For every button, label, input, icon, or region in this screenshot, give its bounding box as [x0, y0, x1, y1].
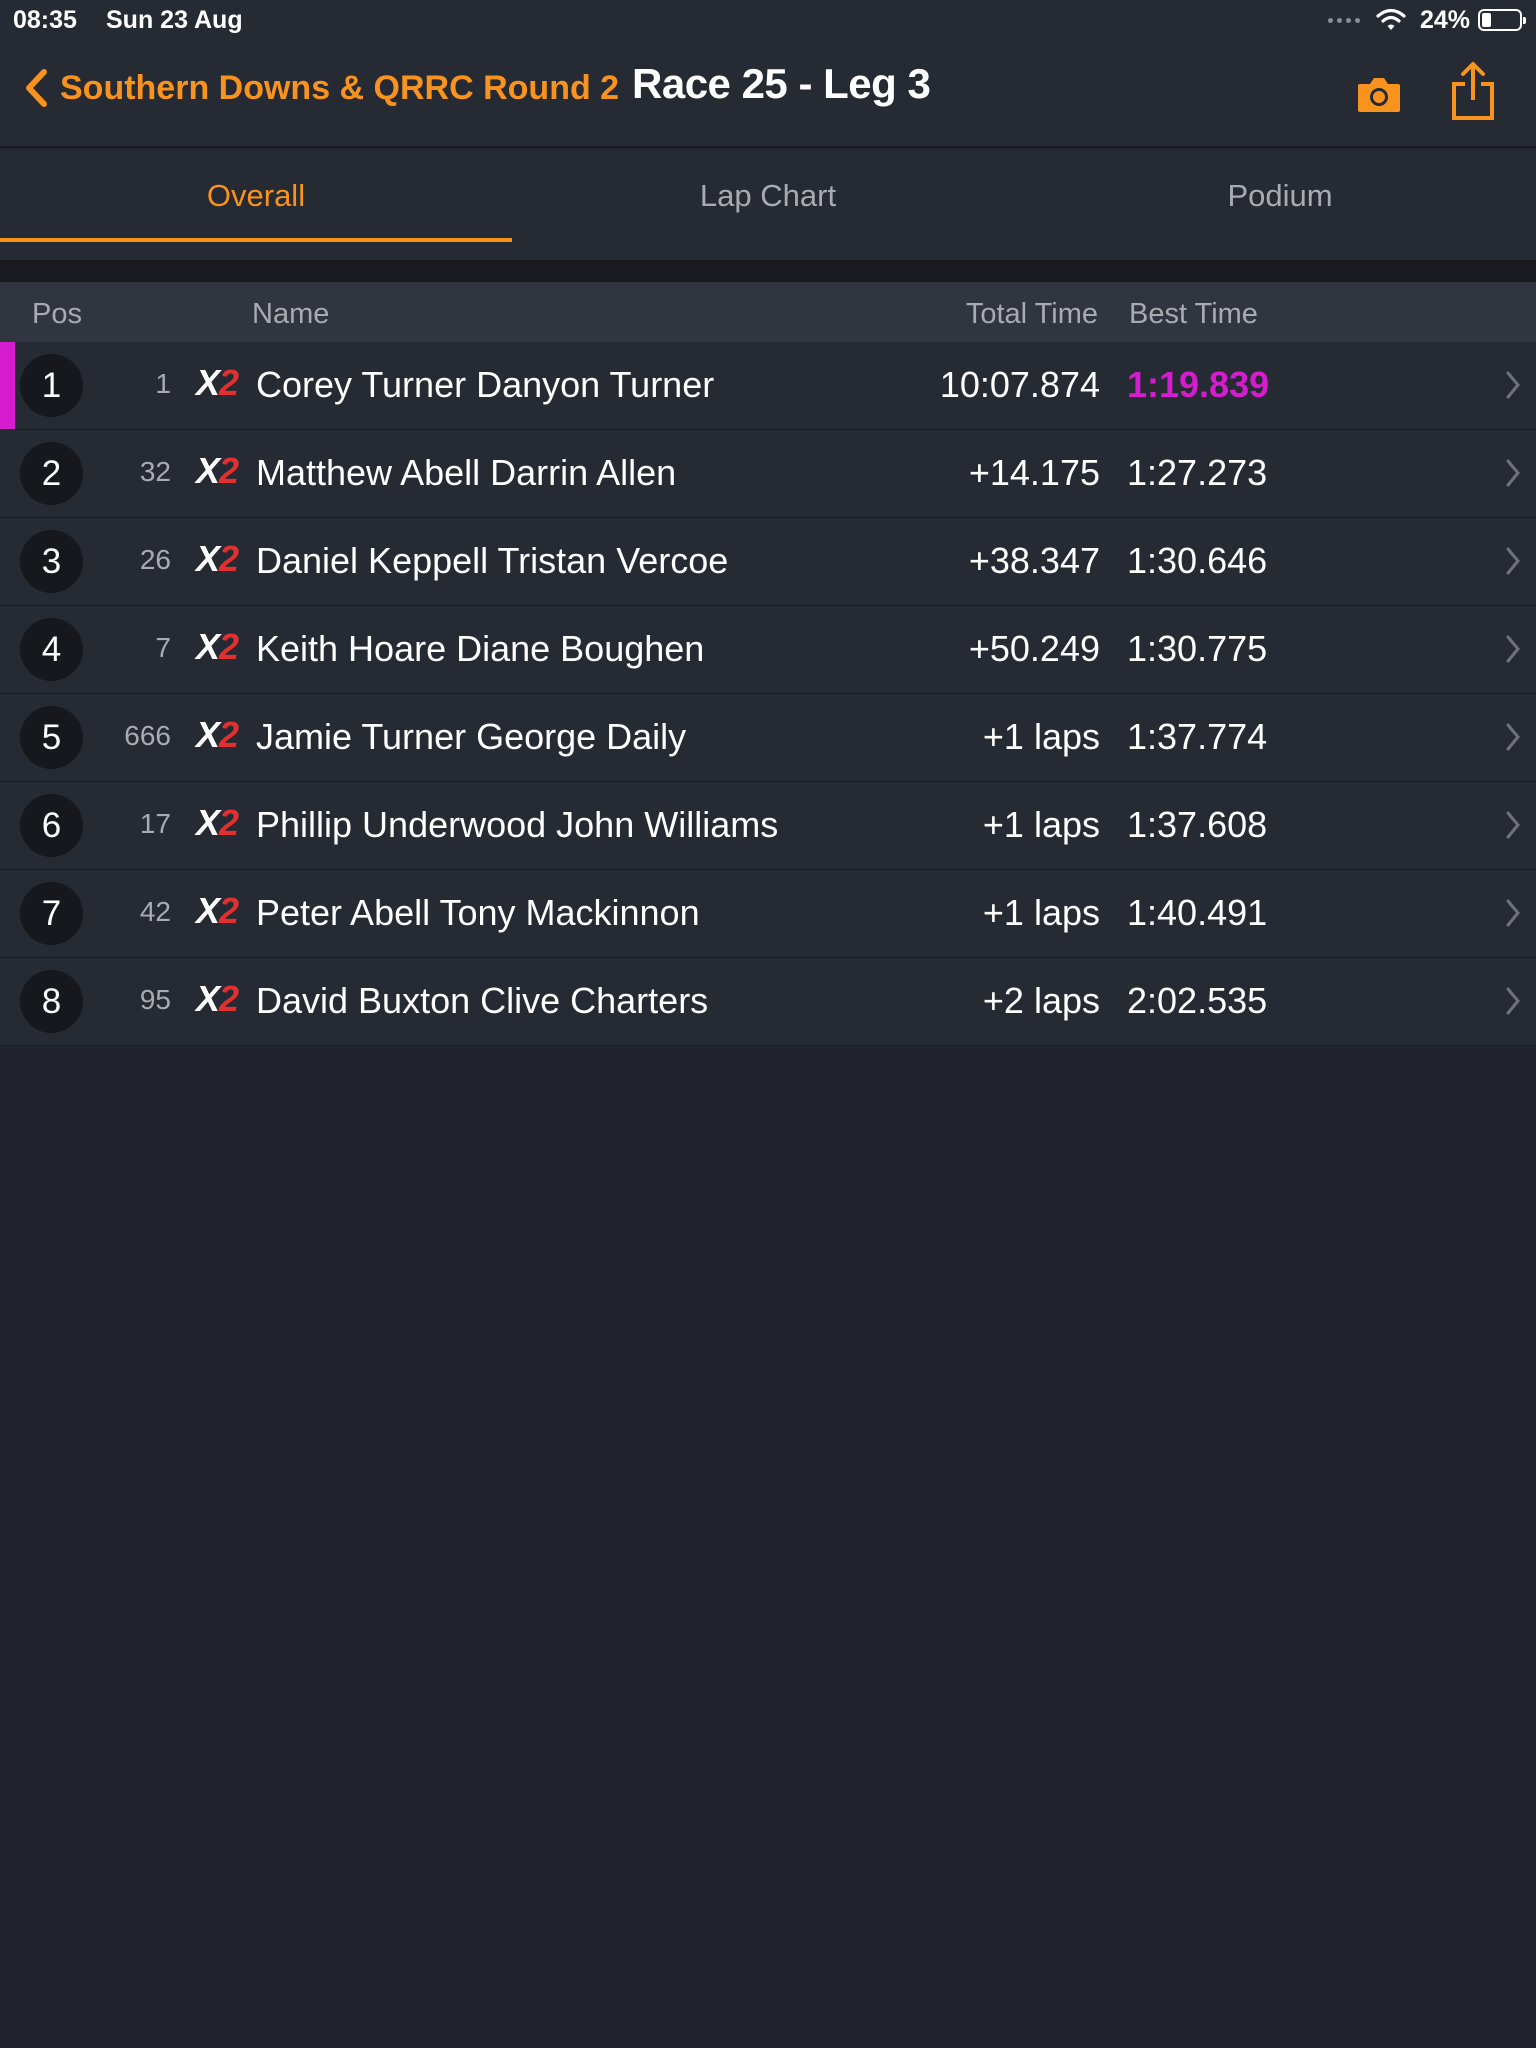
best-time: 1:27.273 — [1127, 452, 1268, 493]
best-time: 1:19.839 — [1127, 364, 1270, 405]
driver-names: Daniel Keppell Tristan Vercoe — [256, 540, 729, 581]
total-time: +2 laps — [982, 980, 1100, 1021]
navigation-bar: Southern Downs & QRRC Round 2 Race 25 - … — [0, 40, 1536, 148]
table-row[interactable]: 2 32 X2 Matthew Abell Darrin Allen +14.1… — [0, 430, 1536, 518]
share-icon[interactable] — [1448, 60, 1498, 122]
table-row[interactable]: 3 26 X2 Daniel Keppell Tristan Vercoe +3… — [0, 518, 1536, 606]
class-badge-icon: X2 — [196, 714, 239, 755]
chevron-right-icon — [1506, 723, 1520, 751]
header-total-time: Total Time — [965, 298, 1098, 330]
leader-marker — [0, 342, 15, 429]
tab-overall[interactable]: Overall — [0, 150, 512, 260]
battery-percent: 24% — [1419, 5, 1470, 34]
app-root: 08:35 Sun 23 Aug 24% Southern Downs & QR… — [0, 0, 1536, 2048]
total-time: 10:07.874 — [939, 364, 1100, 405]
table-row[interactable]: 6 17 X2 Phillip Underwood John Williams … — [0, 782, 1536, 870]
driver-names: Phillip Underwood John Williams — [256, 804, 779, 845]
camera-icon[interactable] — [1354, 70, 1404, 120]
best-time: 1:40.491 — [1127, 892, 1268, 933]
driver-names: Jamie Turner George Daily — [256, 716, 687, 757]
table-row[interactable]: 5 666 X2 Jamie Turner George Daily +1 la… — [0, 694, 1536, 782]
chevron-right-icon — [1506, 635, 1520, 663]
status-right: 24% — [1327, 5, 1526, 35]
total-time: +1 laps — [982, 892, 1100, 933]
car-number: 1 — [155, 368, 171, 399]
tab-lap-chart[interactable]: Lap Chart — [512, 150, 1024, 260]
segment-tabs: Overall Lap Chart Podium — [0, 150, 1536, 260]
divider — [0, 260, 1536, 282]
total-time: +50.249 — [968, 628, 1100, 669]
car-number: 95 — [139, 984, 171, 1015]
position-badge: 6 — [20, 794, 83, 857]
tab-podium[interactable]: Podium — [1024, 150, 1536, 260]
results-list: 1 1 X2 Corey Turner Danyon Turner 10:07.… — [0, 342, 1536, 1046]
car-number: 666 — [124, 720, 171, 751]
driver-names: Matthew Abell Darrin Allen — [256, 452, 677, 493]
results-table-header: Pos Name Total Time Best Time — [0, 282, 1536, 343]
class-badge-icon: X2 — [196, 362, 239, 403]
status-bar: 08:35 Sun 23 Aug 24% — [0, 0, 1536, 40]
total-time: +1 laps — [982, 804, 1100, 845]
total-time: +14.175 — [968, 452, 1100, 493]
position-badge: 3 — [20, 530, 83, 593]
header-pos: Pos — [32, 298, 82, 330]
chevron-right-icon — [1506, 987, 1520, 1015]
best-time: 1:37.774 — [1127, 716, 1268, 757]
battery-level — [1482, 13, 1491, 27]
driver-names: David Buxton Clive Charters — [256, 980, 709, 1021]
class-badge-icon: X2 — [196, 978, 239, 1019]
table-row[interactable]: 8 95 X2 David Buxton Clive Charters +2 l… — [0, 958, 1536, 1046]
back-button-label: Southern Downs & QRRC Round 2 — [60, 68, 620, 107]
position-badge: 4 — [20, 618, 83, 681]
chevron-left-icon — [26, 69, 47, 107]
header-name: Name — [252, 298, 330, 330]
table-row[interactable]: 7 42 X2 Peter Abell Tony Mackinnon +1 la… — [0, 870, 1536, 958]
wifi-icon — [1376, 8, 1406, 30]
total-time: +38.347 — [968, 540, 1100, 581]
position-badge: 7 — [20, 882, 83, 945]
driver-names: Peter Abell Tony Mackinnon — [256, 892, 700, 933]
table-row[interactable]: 1 1 X2 Corey Turner Danyon Turner 10:07.… — [0, 342, 1536, 430]
header-best-time: Best Time — [1129, 298, 1258, 330]
car-number: 32 — [139, 456, 171, 487]
position-badge: 5 — [20, 706, 83, 769]
class-badge-icon: X2 — [196, 802, 239, 843]
class-badge-icon: X2 — [196, 626, 239, 667]
driver-names: Corey Turner Danyon Turner — [256, 364, 715, 405]
chevron-right-icon — [1506, 899, 1520, 927]
table-row[interactable]: 4 7 X2 Keith Hoare Diane Boughen +50.249… — [0, 606, 1536, 694]
best-time: 1:37.608 — [1127, 804, 1268, 845]
best-time: 2:02.535 — [1127, 980, 1268, 1021]
chevron-right-icon — [1506, 547, 1520, 575]
chevron-right-icon — [1506, 459, 1520, 487]
car-number: 42 — [139, 896, 171, 927]
driver-names: Keith Hoare Diane Boughen — [256, 628, 705, 669]
car-number: 26 — [139, 544, 171, 575]
position-badge: 8 — [20, 970, 83, 1033]
position-badge: 2 — [20, 442, 83, 505]
status-date: Sun 23 Aug — [106, 6, 243, 34]
back-button[interactable]: Southern Downs & QRRC Round 2 — [20, 66, 619, 110]
best-time: 1:30.775 — [1127, 628, 1268, 669]
page-title: Race 25 - Leg 3 — [632, 60, 931, 107]
battery-icon — [1478, 9, 1526, 31]
status-time: 08:35 — [13, 6, 77, 34]
car-number: 17 — [139, 808, 171, 839]
total-time: +1 laps — [982, 716, 1100, 757]
chevron-right-icon — [1506, 811, 1520, 839]
best-time: 1:30.646 — [1127, 540, 1268, 581]
car-number: 7 — [155, 632, 171, 663]
class-badge-icon: X2 — [196, 450, 239, 491]
cellular-signal-icon — [1327, 17, 1360, 23]
class-badge-icon: X2 — [196, 890, 239, 931]
chevron-right-icon — [1506, 371, 1520, 399]
position-badge: 1 — [20, 354, 83, 417]
class-badge-icon: X2 — [196, 538, 239, 579]
